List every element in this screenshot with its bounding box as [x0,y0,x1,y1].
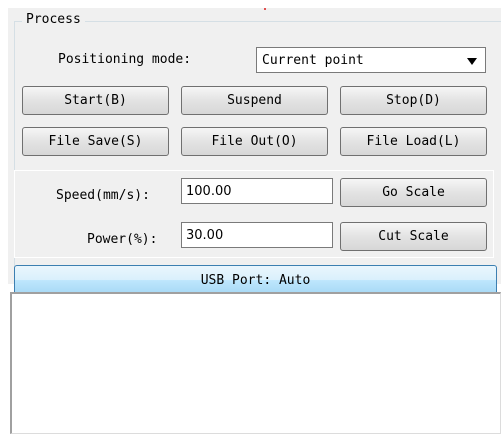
positioning-mode-label: Positioning mode: [58,52,192,67]
speed-label: Speed(mm/s): [56,188,150,203]
speed-input[interactable] [181,178,333,204]
usb-port-button[interactable]: USB Port: Auto [14,265,497,295]
log-textarea[interactable] [10,292,501,434]
process-group-title: Process [22,12,85,27]
power-label: Power(%): [87,232,158,247]
positioning-mode-value: Current point [262,53,364,68]
power-input[interactable] [181,222,333,248]
file-load-button[interactable]: File Load(L) [340,127,487,156]
red-dot [264,8,266,10]
file-save-button[interactable]: File Save(S) [22,127,169,156]
positioning-mode-select[interactable]: Current point [256,47,486,73]
file-out-button[interactable]: File Out(O) [181,127,328,156]
go-scale-button[interactable]: Go Scale [340,178,487,207]
suspend-button[interactable]: Suspend [181,86,328,115]
stop-button[interactable]: Stop(D) [340,86,487,115]
dropdown-arrow-icon[interactable] [467,58,477,65]
cut-scale-button[interactable]: Cut Scale [340,222,487,251]
start-button[interactable]: Start(B) [22,86,169,115]
